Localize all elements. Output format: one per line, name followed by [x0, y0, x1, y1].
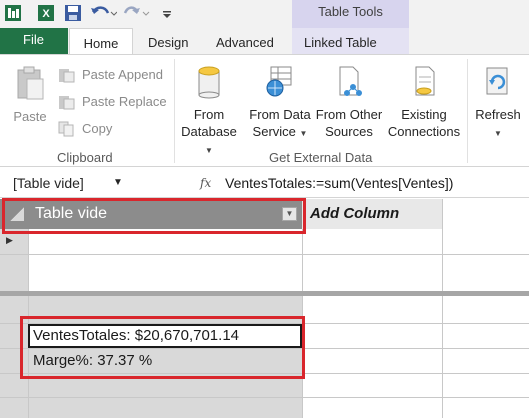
tab-linked-table[interactable]: Linked Table — [304, 28, 377, 54]
paste-replace-icon — [58, 94, 76, 116]
from-other-sources-label-1: From Other — [315, 107, 383, 122]
paste-append-label: Paste Append — [82, 67, 163, 82]
paste-append-button[interactable]: Paste Append — [58, 65, 173, 85]
excel-icon[interactable]: X — [37, 4, 55, 22]
paste-label: Paste — [13, 109, 47, 124]
row-header-column — [0, 229, 28, 291]
ribbon-separator — [467, 59, 468, 163]
table-tools-label: Table Tools — [292, 0, 409, 28]
chevron-down-icon[interactable]: ▼ — [113, 172, 123, 194]
grid-line — [302, 229, 303, 291]
ribbon-separator — [174, 59, 175, 163]
from-other-sources-button[interactable]: From Other Sources — [313, 65, 385, 140]
dropdown-arrow-icon: ▼ — [494, 129, 502, 138]
from-database-button[interactable]: From Database ▼ — [176, 65, 242, 159]
powerpivot-icon[interactable] — [4, 4, 22, 22]
highlight-box — [2, 198, 306, 234]
existing-connections-label-2: Connections — [387, 124, 461, 139]
paste-append-icon — [58, 67, 76, 89]
tab-design[interactable]: Design — [148, 28, 188, 54]
dropdown-arrow-icon: ▼ — [299, 129, 308, 138]
from-database-label-2: Database — [181, 124, 237, 139]
highlight-box — [20, 316, 305, 379]
grid-line — [0, 254, 529, 255]
from-data-service-label-2: Service — [252, 124, 296, 139]
grid-line — [0, 397, 529, 398]
tab-home[interactable]: Home — [69, 28, 133, 54]
from-other-sources-label-2: Sources — [325, 124, 373, 139]
copy-button[interactable]: Copy — [58, 119, 128, 139]
from-data-service-label-1: From Data — [249, 107, 311, 122]
existing-connections-label-1: Existing — [401, 107, 447, 122]
row-pointer-icon: ▶ — [6, 235, 13, 245]
connections-icon — [386, 65, 462, 103]
data-grid: Table vide ▼ Add Column ▶ VentesTotales:… — [0, 198, 529, 418]
other-sources-icon — [313, 65, 385, 103]
paste-replace-button[interactable]: Paste Replace — [58, 92, 173, 112]
svg-text:X: X — [42, 8, 50, 20]
data-service-icon — [246, 65, 314, 103]
function-icon[interactable]: fx — [200, 172, 211, 194]
customize-icon[interactable] — [162, 4, 172, 22]
name-box[interactable]: [Table vide] — [6, 172, 186, 194]
paste-button[interactable]: Paste — [8, 65, 52, 125]
paste-icon — [8, 65, 52, 105]
add-column-label: Add Column — [310, 205, 400, 222]
copy-label: Copy — [82, 121, 113, 136]
save-icon[interactable] — [64, 4, 82, 22]
clipboard-group-label: Clipboard — [57, 150, 113, 165]
formula-input[interactable]: VentesTotales:=sum(Ventes[Ventes]) — [225, 172, 453, 194]
grid-line — [442, 296, 443, 418]
existing-connections-button[interactable]: Existing Connections — [386, 65, 462, 140]
formula-bar: [Table vide] ▼ fx VentesTotales:=sum(Ven… — [0, 168, 529, 198]
from-data-service-button[interactable]: From Data Service ▼ — [246, 65, 314, 142]
tab-advanced[interactable]: Advanced — [216, 28, 274, 54]
refresh-icon — [470, 65, 526, 103]
external-data-group-label: Get External Data — [269, 150, 373, 165]
dropdown-arrow-icon: ▼ — [205, 146, 213, 155]
title-bar: X — [0, 0, 529, 28]
ribbon: Paste Paste Append Paste Replace Copy Cl… — [0, 54, 529, 167]
redo-icon[interactable] — [123, 4, 151, 22]
paste-replace-label: Paste Replace — [82, 94, 167, 109]
database-icon — [176, 65, 242, 103]
refresh-label: Refresh — [475, 107, 521, 122]
tab-file[interactable]: File — [0, 28, 68, 54]
grid-line — [28, 229, 29, 291]
refresh-button[interactable]: Refresh ▼ — [470, 65, 526, 142]
undo-icon[interactable] — [89, 4, 118, 22]
copy-icon — [58, 121, 76, 143]
from-database-label-1: From — [193, 107, 225, 122]
grid-line — [442, 199, 443, 291]
